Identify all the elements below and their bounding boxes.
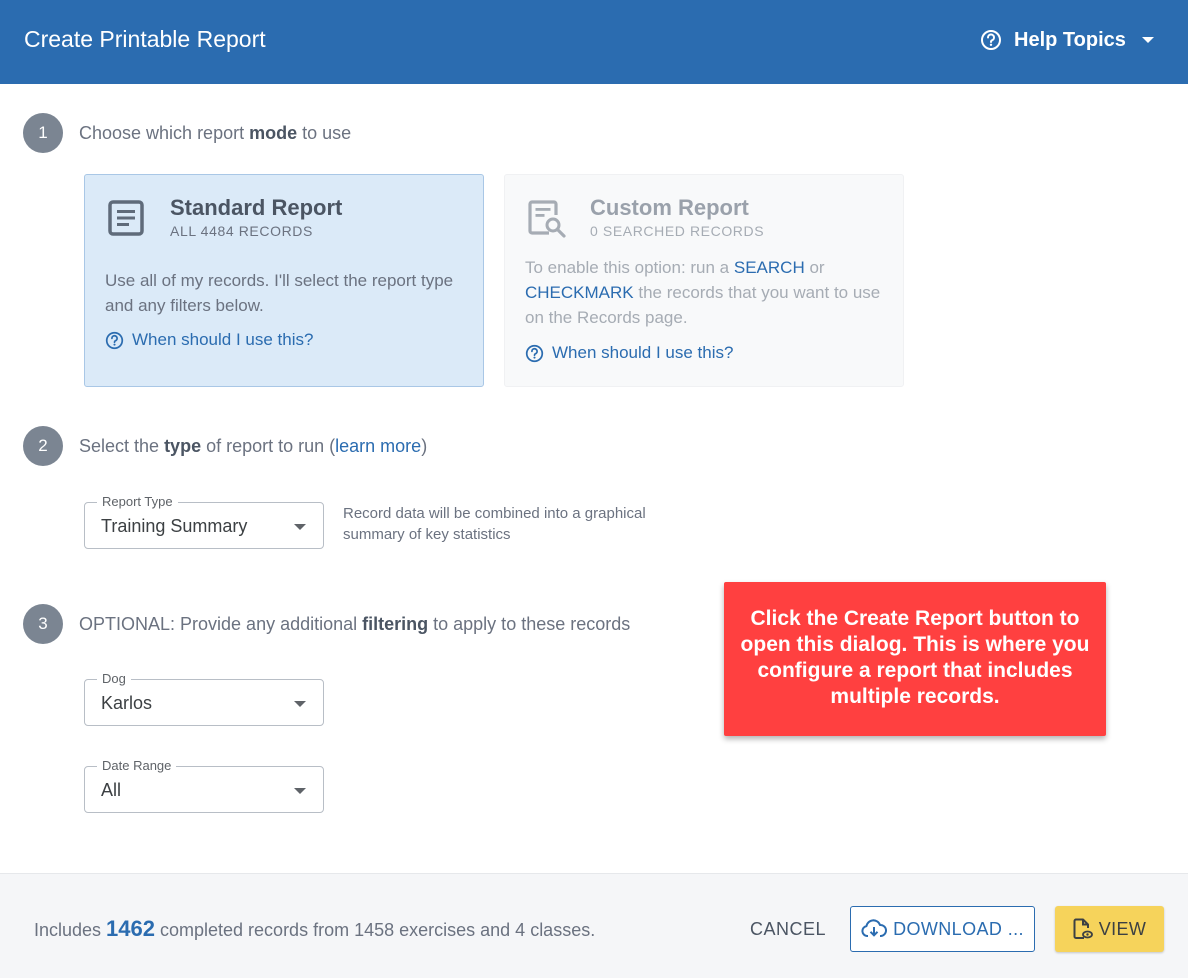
help-circle-icon (105, 331, 124, 349)
dialog-footer: Includes 1462 completed records from 145… (0, 873, 1188, 978)
standard-help-link[interactable]: When should I use this? (105, 330, 313, 350)
dialog-header: Create Printable Report Help Topics (0, 0, 1188, 84)
custom-report-subtitle: 0 SEARCHED RECORDS (590, 223, 765, 239)
view-button[interactable]: VIEW (1055, 906, 1164, 952)
step-3-text-prefix: OPTIONAL: Provide any additional (79, 614, 363, 634)
step-1-text-suffix: to use (297, 123, 352, 143)
step-1-heading: Choose which report mode to use (79, 123, 351, 144)
step-3-text-suffix: to apply to these records (428, 614, 631, 634)
custom-desc-part1: To enable this option: run a (525, 258, 734, 277)
dog-value: Karlos (101, 693, 153, 713)
record-summary: Includes 1462 completed records from 145… (34, 916, 595, 942)
report-type-description: Record data will be combined into a grap… (343, 505, 646, 543)
learn-more-link[interactable]: learn more (335, 436, 421, 456)
date-range-value: All (101, 780, 122, 800)
view-label: VIEW (1098, 918, 1147, 939)
checkmark-link[interactable]: CHECKMARK (525, 283, 634, 302)
step-3-heading: OPTIONAL: Provide any additional filteri… (79, 614, 630, 635)
search-link[interactable]: SEARCH (734, 258, 805, 277)
document-search-icon (527, 199, 567, 239)
standard-report-card[interactable]: Standard Report ALL 4484 RECORDS Use all… (84, 174, 484, 387)
custom-help-link[interactable]: When should I use this? (525, 343, 733, 363)
list-document-icon (107, 199, 147, 239)
dialog-title: Create Printable Report (24, 26, 266, 52)
summary-suffix: completed records from 1458 exercises an… (155, 920, 596, 940)
standard-report-title: Standard Report (170, 195, 343, 220)
step-2-text-bold: type (164, 436, 202, 456)
step-3-text-bold: filtering (362, 614, 429, 634)
standard-help-link-label: When should I use this? (132, 330, 314, 349)
tutorial-callout: Click the Create Report button to open t… (724, 582, 1106, 736)
step-2-text-suffix: ) (421, 436, 428, 456)
report-type-value: Training Summary (101, 516, 248, 536)
custom-report-description: To enable this option: run a SEARCH or C… (525, 255, 885, 330)
step-2-badge: 2 (23, 426, 63, 466)
report-type-label: Report Type (97, 494, 178, 509)
date-range-label: Date Range (97, 758, 177, 773)
download-label: DOWNLOAD ... (893, 918, 1024, 939)
cloud-download-icon (861, 919, 888, 937)
dropdown-arrow-icon (294, 788, 306, 794)
help-circle-icon (525, 344, 544, 362)
report-type-select[interactable]: Report Type Training Summary (84, 494, 324, 549)
dropdown-arrow-icon (294, 701, 306, 707)
step-2-text-middle: of report to run ( (201, 436, 336, 456)
step-3-badge: 3 (23, 604, 63, 644)
cancel-button[interactable]: CANCEL (738, 919, 838, 940)
help-circle-icon (981, 30, 1001, 50)
step-2-heading: Select the type of report to run (learn … (79, 436, 427, 457)
dropdown-arrow-icon (294, 524, 306, 530)
step-2-text-prefix: Select the (79, 436, 165, 456)
dog-select[interactable]: Dog Karlos (84, 671, 324, 726)
help-topics-label: Help Topics (1014, 28, 1126, 51)
document-view-icon (1073, 918, 1093, 939)
custom-help-link-label: When should I use this? (552, 343, 734, 362)
custom-desc-part2: or (804, 258, 825, 277)
custom-report-title: Custom Report (590, 195, 749, 220)
date-range-select[interactable]: Date Range All (84, 758, 324, 813)
help-topics-button[interactable]: Help Topics (980, 26, 1154, 54)
summary-prefix: Includes (34, 920, 107, 940)
step-1-text-prefix: Choose which report (79, 123, 250, 143)
download-button[interactable]: DOWNLOAD ... (850, 906, 1035, 952)
summary-count: 1462 (106, 916, 155, 941)
standard-report-subtitle: ALL 4484 RECORDS (170, 223, 313, 239)
step-1-badge: 1 (23, 113, 63, 153)
caret-down-icon (1141, 37, 1154, 43)
dog-label: Dog (97, 671, 131, 686)
custom-report-card: Custom Report 0 SEARCHED RECORDS To enab… (504, 174, 904, 387)
standard-report-description: Use all of my records. I'll select the r… (105, 271, 454, 315)
step-1-text-bold: mode (249, 123, 298, 143)
